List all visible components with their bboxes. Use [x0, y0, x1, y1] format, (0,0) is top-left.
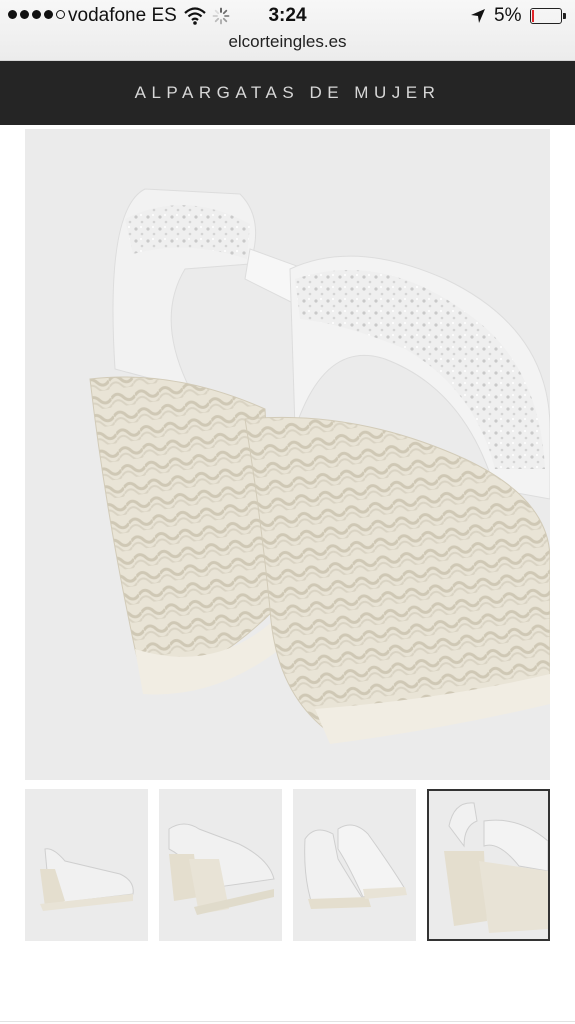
espadrille-illustration — [89, 188, 550, 744]
thumbnail-2[interactable] — [159, 789, 282, 941]
page-title: ALPARGATAS DE MUJER — [134, 83, 441, 102]
clock: 3:24 — [268, 5, 307, 26]
espadrille-back-thumbnail-icon — [444, 802, 548, 933]
thumbnail-strip — [0, 789, 575, 941]
thumbnail-3[interactable] — [293, 789, 416, 941]
espadrille-front-thumbnail-icon — [304, 824, 407, 909]
page-header: ALPARGATAS DE MUJER — [0, 61, 575, 125]
thumbnail-1[interactable] — [25, 789, 148, 941]
battery-percentage: 5% — [494, 5, 522, 26]
espadrille-pair-thumbnail-icon — [168, 823, 275, 915]
main-product-image[interactable] — [25, 129, 550, 780]
status-bar: vodafone ES 3:24 5% elcorteingles.es — [0, 0, 575, 61]
divider — [0, 1021, 575, 1022]
battery-icon — [530, 8, 566, 24]
address-bar-url[interactable]: elcorteingles.es — [0, 32, 575, 52]
location-arrow-icon — [471, 9, 485, 23]
thumbnail-4[interactable] — [427, 789, 550, 941]
espadrille-thumbnail-icon — [40, 848, 134, 911]
